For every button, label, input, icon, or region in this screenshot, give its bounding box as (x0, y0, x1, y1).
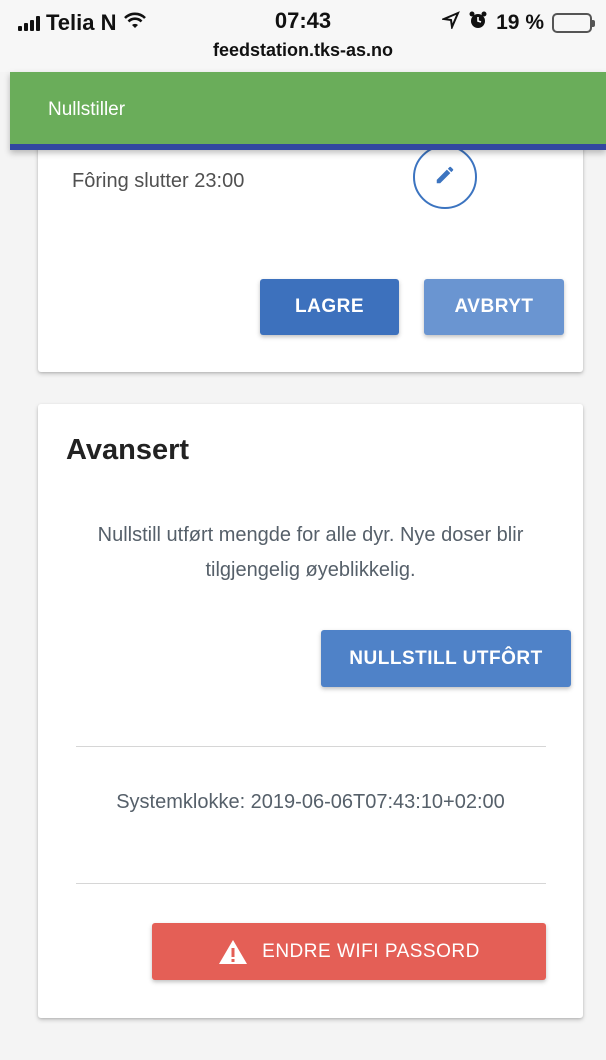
status-bar: Telia N 07:43 feedstation.tks-as.no 19 % (0, 0, 606, 72)
section-title: Avansert (66, 434, 190, 466)
app-bar: Nullstiller (10, 72, 606, 150)
pencil-icon (434, 164, 456, 191)
divider (76, 746, 546, 747)
system-clock-label: Systemklokke: 2019-06-06T07:43:10+02:00 (116, 791, 505, 813)
reset-description: Nullstill utført mengde for alle dyr. Ny… (97, 524, 524, 581)
wifi-button-label: ENDRE WIFI PASSORD (262, 940, 480, 962)
feeding-end-label: Fôring slutter 23:00 (72, 170, 245, 192)
reset-completed-button[interactable]: NULLSTILL UTFÔRT (321, 630, 571, 687)
advanced-card: Avansert Nullstill utført mengde for all… (38, 404, 583, 1018)
cancel-button[interactable]: AVBRYT (424, 279, 564, 335)
alarm-icon (468, 10, 488, 36)
url-bar[interactable]: feedstation.tks-as.no (0, 40, 606, 61)
edit-button[interactable] (413, 145, 477, 209)
save-button[interactable]: LAGRE (260, 279, 399, 335)
feeding-settings-card: Fôring slutter 23:00 LAGRE AVBRYT (38, 140, 583, 372)
location-icon (440, 11, 461, 35)
status-right: 19 % (440, 10, 595, 36)
divider (76, 883, 546, 884)
change-wifi-password-button[interactable]: ENDRE WIFI PASSORD (152, 923, 546, 980)
warning-icon (218, 939, 248, 965)
battery-icon (552, 13, 595, 33)
battery-percent: 19 % (496, 11, 544, 34)
page-title: Nullstiller (48, 99, 126, 120)
